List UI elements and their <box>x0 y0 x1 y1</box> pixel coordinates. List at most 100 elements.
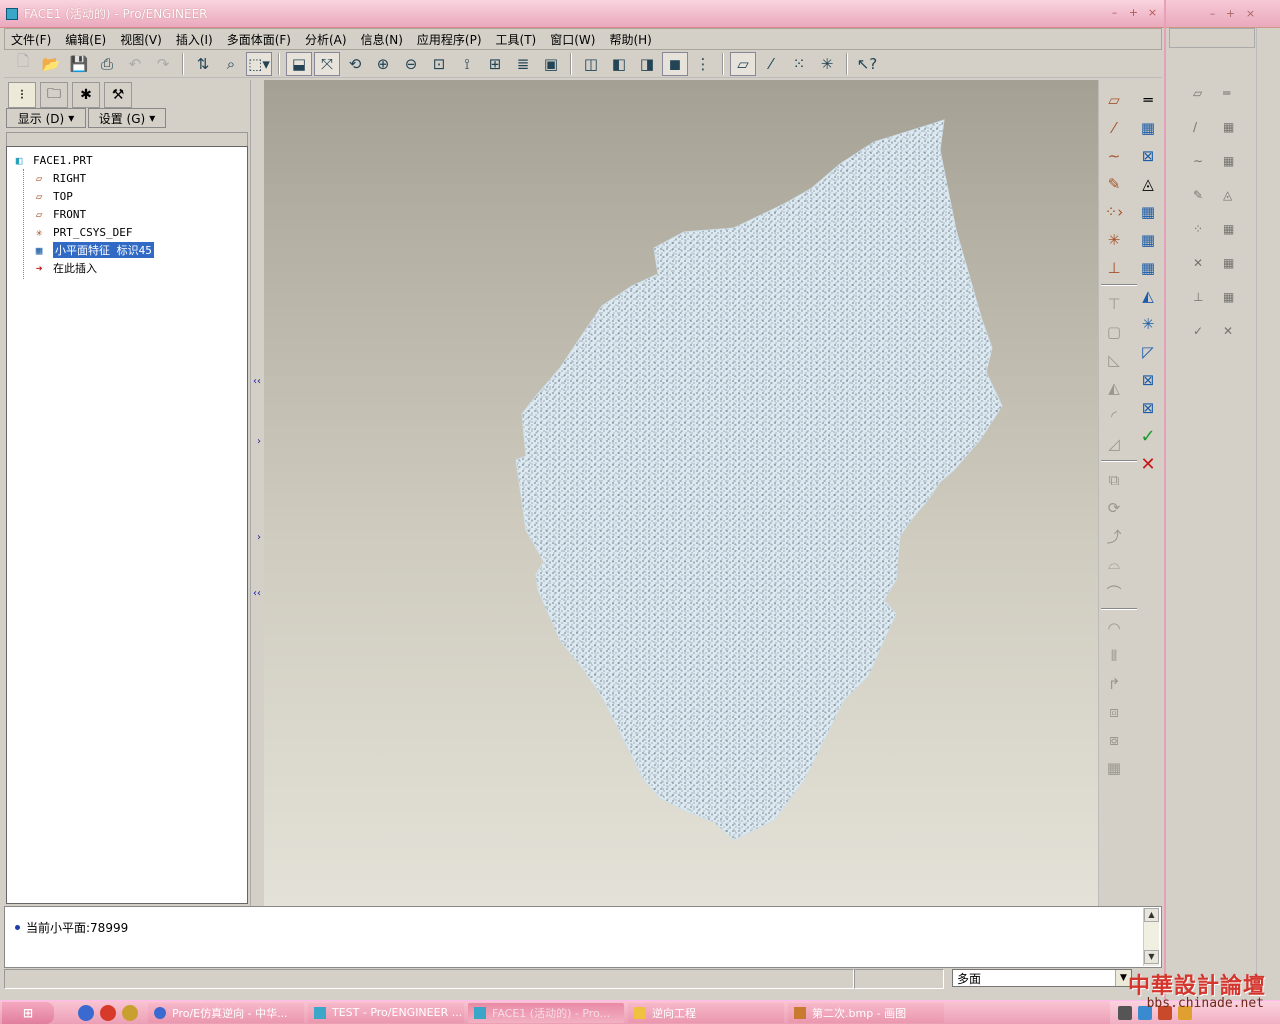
datum-planes-display-icon[interactable]: ▱ <box>730 51 756 76</box>
hole-tool-icon[interactable]: ⊤ <box>1101 292 1127 316</box>
zoom-out-icon[interactable]: ⊖ <box>398 52 424 76</box>
sweep-tool-icon[interactable]: ⤴ <box>1101 524 1127 548</box>
datum-axes-display-icon[interactable]: ⁄ <box>758 52 784 76</box>
pattern-tool-icon[interactable]: ▦ <box>1101 756 1127 780</box>
regenerate-icon[interactable]: ⇅ <box>190 52 216 76</box>
menu-tools[interactable]: 工具(T) <box>496 31 537 48</box>
menu-file[interactable]: 文件(F) <box>11 31 51 48</box>
facet-subdivide-icon[interactable]: ✳ <box>1135 312 1161 336</box>
task-folder[interactable]: 逆向工程 <box>628 1002 784 1023</box>
facet-refine-icon[interactable]: ▦ <box>1135 116 1161 140</box>
menu-edit[interactable]: 编辑(E) <box>65 31 106 48</box>
chamfer-tool-icon[interactable]: ◿ <box>1101 432 1127 456</box>
draft-tool-icon[interactable]: ◭ <box>1101 376 1127 400</box>
collapse-left-icon[interactable]: ‹‹ <box>253 376 261 387</box>
message-scrollbar[interactable]: ▲ ▼ <box>1143 908 1159 966</box>
collapse-left-icon[interactable]: ‹‹ <box>253 588 261 599</box>
expand-right-icon[interactable]: › <box>257 532 261 543</box>
facet-clean-icon[interactable]: ▦ <box>1135 200 1161 224</box>
scroll-up-icon[interactable]: ▲ <box>1144 908 1159 922</box>
orient-mode-icon[interactable]: ⟲ <box>342 52 368 76</box>
redraw-icon[interactable]: ⬓ <box>286 51 312 76</box>
find-icon[interactable]: ⌕ <box>218 52 244 76</box>
menu-applications[interactable]: 应用程序(P) <box>417 31 482 48</box>
analysis-feature-icon[interactable]: ⊥ <box>1101 256 1127 280</box>
boundary-tool-icon[interactable]: ⌒ <box>1101 580 1127 604</box>
menu-analysis[interactable]: 分析(A) <box>305 31 347 48</box>
datum-points-display-icon[interactable]: ⁙ <box>786 52 812 76</box>
task-test-proe[interactable]: TEST - Pro/ENGINEER ... <box>308 1002 464 1023</box>
merge-tool-icon[interactable]: ⧈ <box>1101 700 1127 724</box>
facet-delete-icon[interactable]: ⊠ <box>1135 144 1161 168</box>
sketch-tool-icon[interactable]: ✎ <box>1101 172 1127 196</box>
connections-tab-icon[interactable]: ⚒ <box>104 82 132 108</box>
maximize-icon[interactable]: + <box>1223 7 1238 21</box>
move-tool-icon[interactable]: ↱ <box>1101 672 1127 696</box>
menu-facet[interactable]: 多面体面(F) <box>227 31 291 48</box>
minimize-icon[interactable]: – <box>1107 6 1122 20</box>
undo-icon[interactable]: ↶ <box>122 52 148 76</box>
media-icon[interactable] <box>100 1004 116 1021</box>
shell-tool-icon[interactable]: ▢ <box>1101 320 1127 344</box>
new-file-icon[interactable]: 🗋 <box>10 52 36 76</box>
check-icon[interactable]: ✓ <box>1135 424 1161 448</box>
task-face1-proe[interactable]: FACE1 (活动的) - Pro... <box>468 1002 624 1023</box>
menu-window[interactable]: 窗口(W) <box>550 31 595 48</box>
reorient-icon[interactable]: ⟟ <box>454 52 480 76</box>
tree-item-insert-here[interactable]: ➜ 在此插入 <box>7 259 247 277</box>
round-tool-icon[interactable]: ◜ <box>1101 404 1127 428</box>
menu-insert[interactable]: 插入(I) <box>176 31 213 48</box>
selection-box-icon[interactable]: ⬚▾ <box>246 51 272 76</box>
menu-view[interactable]: 视图(V) <box>120 31 162 48</box>
facet-model[interactable] <box>264 80 1098 906</box>
facet-relax-icon[interactable]: ▦ <box>1135 256 1161 280</box>
navigator-splitter[interactable]: ‹‹ › › ‹‹ <box>250 80 264 906</box>
network-icon[interactable] <box>1118 1006 1132 1020</box>
tree-item-right[interactable]: ▱ RIGHT <box>7 169 247 187</box>
extrude-tool-icon[interactable]: ⧉ <box>1101 468 1127 492</box>
facet-triangulate-icon[interactable]: ◭ <box>1135 284 1161 308</box>
datum-plane-tool-icon[interactable]: ▱ <box>1101 88 1127 112</box>
expand-right-icon[interactable]: › <box>257 436 261 447</box>
task-forum[interactable]: Pro/E仿真逆向 - 中华... <box>148 1002 304 1023</box>
shading-icon[interactable]: ◼ <box>662 51 688 76</box>
mirror-tool-icon[interactable]: ⫴ <box>1101 644 1127 668</box>
view-manager-icon[interactable]: ▣ <box>538 52 564 76</box>
datum-point-tool-icon[interactable]: ⁘› <box>1101 200 1127 224</box>
close-icon[interactable]: ✕ <box>1135 452 1161 476</box>
spin-center-icon[interactable]: ⤧ <box>314 51 340 76</box>
tree-root[interactable]: ◧ FACE1.PRT <box>7 151 247 169</box>
selection-filter[interactable]: 多面 ▼ <box>952 969 1132 987</box>
close-icon[interactable]: × <box>1145 6 1160 20</box>
fill-holes-icon[interactable]: ◬ <box>1135 172 1161 196</box>
csys-tool-icon[interactable]: ✳ <box>1101 228 1127 252</box>
hidden-line-icon[interactable]: ◧ <box>606 52 632 76</box>
no-hidden-icon[interactable]: ◨ <box>634 52 660 76</box>
favorites-tab-icon[interactable]: ✱ <box>72 82 100 108</box>
datum-axis-tool-icon[interactable]: ⁄ <box>1101 116 1127 140</box>
saved-views-icon[interactable]: ⊞ <box>482 52 508 76</box>
tool-icon[interactable] <box>122 1004 138 1021</box>
maximize-icon[interactable]: + <box>1126 6 1141 20</box>
open-file-icon[interactable]: 📂 <box>38 52 64 76</box>
tree-item-facet-feature[interactable]: ▦ 小平面特征 标识45 <box>7 241 247 259</box>
scroll-track[interactable] <box>1144 922 1159 950</box>
browser-icon[interactable] <box>78 1004 94 1021</box>
facet-edge-icon[interactable]: ◸ <box>1135 340 1161 364</box>
folder-browser-tab-icon[interactable]: 🗀 <box>40 82 68 108</box>
tree-item-front[interactable]: ▱ FRONT <box>7 205 247 223</box>
minimize-icon[interactable]: – <box>1205 7 1220 21</box>
facet-decimate-icon[interactable]: ▦ <box>1135 228 1161 252</box>
model-tree-tab-icon[interactable]: ⁝ <box>8 82 36 108</box>
measure-icon[interactable]: ═ <box>1135 88 1161 112</box>
tree-item-top[interactable]: ▱ TOP <box>7 187 247 205</box>
tree-item-csys[interactable]: ✳ PRT_CSYS_DEF <box>7 223 247 241</box>
refit-icon[interactable]: ⊡ <box>426 52 452 76</box>
graphics-window[interactable] <box>264 80 1098 906</box>
task-paint[interactable]: 第二次.bmp - 画图 <box>788 1002 944 1023</box>
csys-display-icon[interactable]: ✳ <box>814 52 840 76</box>
wireframe-icon[interactable]: ◫ <box>578 52 604 76</box>
facet-offset-icon[interactable]: ⊠ <box>1135 368 1161 392</box>
blend-tool-icon[interactable]: ⌓ <box>1101 552 1127 576</box>
redo-icon[interactable]: ↷ <box>150 52 176 76</box>
